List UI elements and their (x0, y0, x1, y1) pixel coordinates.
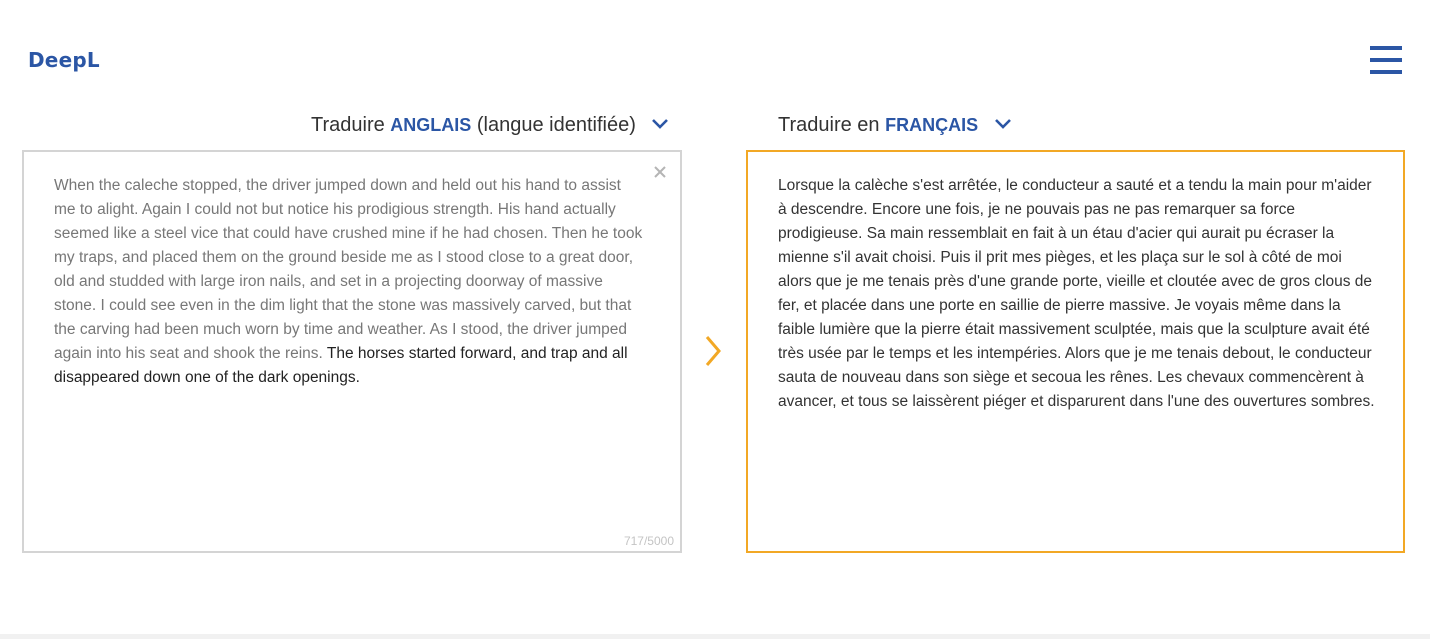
chevron-right-icon[interactable] (703, 334, 723, 368)
source-language-prefix: Traduire (311, 114, 391, 136)
character-count: 717/5000 (623, 534, 674, 548)
target-text-panel[interactable]: Lorsque la calèche s'est arrêtée, le con… (746, 150, 1405, 553)
source-text-muted: When the caleche stopped, the driver jum… (54, 177, 643, 362)
source-language-name: ANGLAIS (390, 115, 472, 135)
menu-bar (1370, 46, 1402, 50)
menu-bar (1370, 58, 1402, 62)
chevron-down-icon (994, 118, 1011, 129)
close-icon[interactable] (652, 164, 668, 180)
menu-bar (1370, 70, 1402, 74)
footer-divider (0, 634, 1430, 639)
target-language-selector[interactable]: Traduire en FRANÇAIS (778, 114, 1012, 137)
target-text: Lorsque la calèche s'est arrêtée, le con… (778, 177, 1375, 410)
chevron-down-icon (652, 118, 669, 129)
source-language-suffix: (langue identifiée) (471, 114, 636, 136)
target-language-name: FRANÇAIS (885, 115, 979, 135)
hamburger-icon[interactable] (1370, 46, 1402, 74)
app-logo[interactable]: DeepL (28, 48, 100, 72)
source-language-selector[interactable]: Traduire ANGLAIS (langue identifiée) (311, 114, 669, 137)
source-text-panel[interactable]: When the caleche stopped, the driver jum… (22, 150, 682, 553)
target-language-prefix: Traduire en (778, 114, 886, 136)
source-textarea[interactable]: When the caleche stopped, the driver jum… (54, 174, 644, 390)
translator-page: DeepL Traduire ANGLAIS (langue identifié… (0, 0, 1430, 639)
